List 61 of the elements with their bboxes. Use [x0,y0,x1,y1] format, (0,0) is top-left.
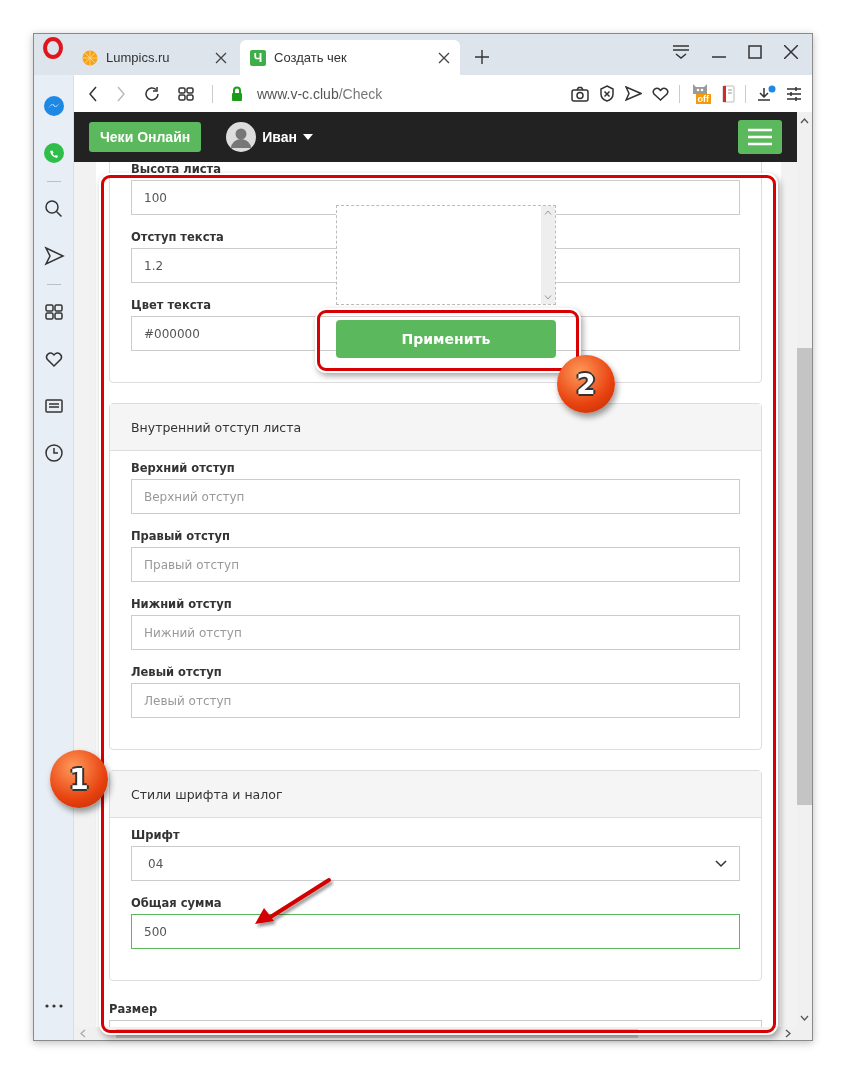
scroll-thumb[interactable] [797,348,812,805]
send-icon[interactable] [42,245,65,267]
text-field[interactable]: Левый отступ [131,683,740,718]
chevron-down-icon [715,859,727,868]
chevron-down-icon[interactable] [800,1015,809,1021]
browser-tab[interactable]: Lumpics.ru [72,40,237,75]
text-field[interactable]: Правый отступ [131,547,740,582]
browser-tab[interactable]: Ч Создать чек [240,40,460,75]
maximize-icon[interactable] [748,45,762,59]
back-icon[interactable] [88,85,98,102]
field-label: Размер [109,1001,158,1017]
field-label: Шрифт [131,827,180,843]
site-logo-icon: Ч [250,49,266,66]
text-field[interactable]: 100 [131,180,740,215]
panel-heading: Внутренний отступ листа [110,404,761,451]
clock-icon[interactable] [42,442,65,464]
close-icon[interactable] [438,51,450,64]
opera-logo-icon[interactable] [43,37,63,59]
text-field[interactable]: Верхний отступ [131,479,740,514]
messenger-icon[interactable] [42,95,65,117]
field-label: Цвет текста [131,297,211,313]
field-label: Правый отступ [131,528,230,544]
search-icon[interactable] [42,198,65,220]
field-label: Общая сумма [131,895,222,911]
field-label: Левый отступ [131,664,222,680]
user-menu[interactable]: Иван [262,129,297,145]
close-icon[interactable] [215,51,227,64]
address-field[interactable]: www.v-c.club/Check [257,85,383,102]
field-label: Верхний отступ [131,460,235,476]
text-field[interactable]: Нижний отступ [131,615,740,650]
settings-icon[interactable] [786,86,802,101]
lock-icon [231,86,243,101]
reload-icon[interactable] [144,85,160,102]
close-icon[interactable] [784,45,798,59]
tab-title: Создать чек [274,50,348,65]
tab-title: Lumpics.ru [106,50,171,65]
heart-icon[interactable] [651,86,669,101]
grid-icon[interactable] [178,86,194,101]
menu-icon [748,128,772,146]
send-icon[interactable] [624,86,642,101]
fruit-slice-icon [82,49,98,66]
caret-icon[interactable] [302,134,313,140]
camera-icon[interactable] [570,85,589,102]
chevron-right-icon[interactable] [785,1029,791,1038]
text-field[interactable]: 500 [131,914,740,949]
cat-icon[interactable] [692,83,709,94]
block-icon[interactable] [598,85,615,102]
more-icon[interactable] [44,1004,63,1008]
off-badge: off [695,94,711,104]
plus-icon[interactable] [475,50,489,64]
avatar-icon[interactable] [226,122,257,152]
notebook-icon[interactable] [721,84,735,103]
tab-menu-icon[interactable] [672,45,690,59]
download-icon[interactable] [756,84,776,103]
field-label: Нижний отступ [131,596,232,612]
grid-icon[interactable] [42,301,65,323]
select-field[interactable]: 04 [131,846,740,881]
panel-heading: Стили шрифта и налог [110,771,761,818]
field-label: Высота листа [131,162,222,177]
chevron-up-icon[interactable] [800,118,809,124]
field-label: Отступ текста [131,229,224,245]
